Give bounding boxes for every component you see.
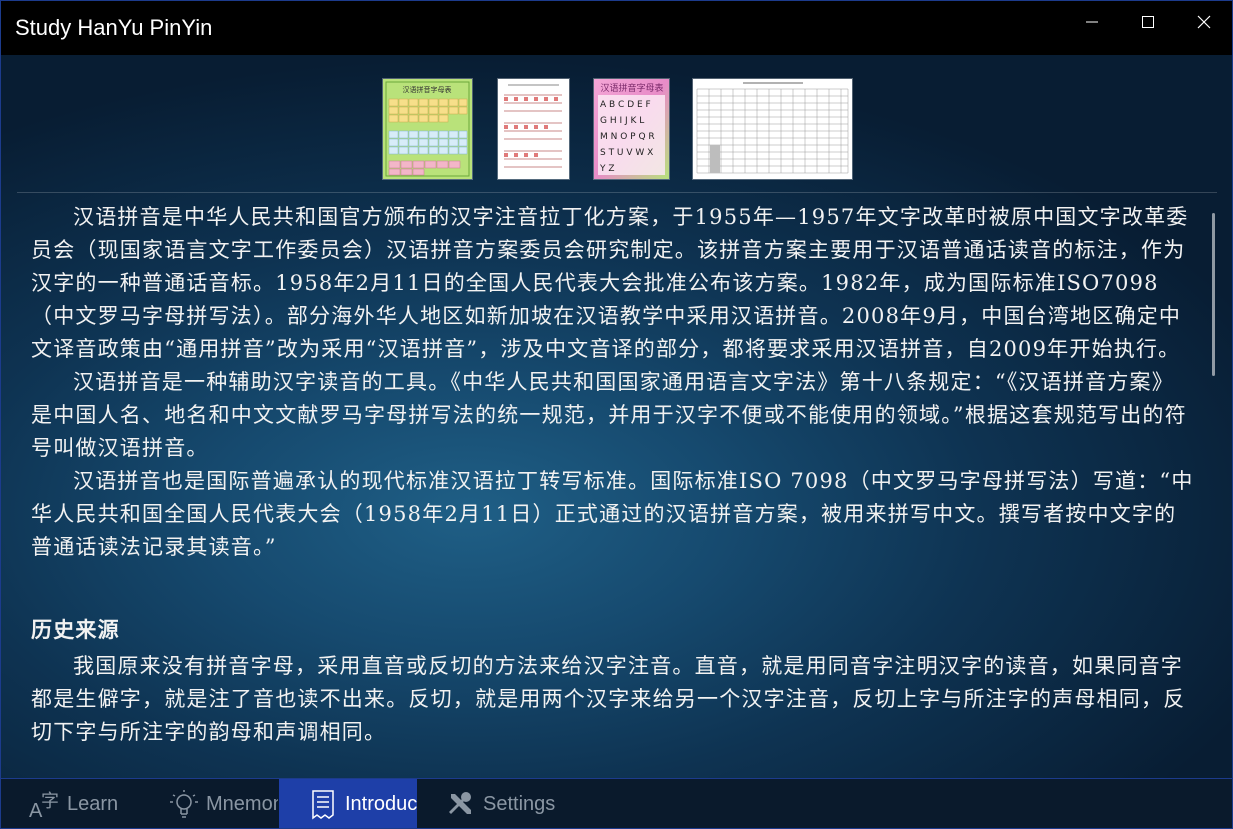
pinyin-chart-image: 汉语拼音字母表 [383,79,472,179]
svg-text:Y Z: Y Z [599,164,615,174]
close-button[interactable] [1176,1,1232,43]
pinyin-chart-thumbnail-1[interactable]: 汉语拼音字母表 [383,79,472,179]
nav-settings-label: Settings [483,792,555,815]
nav-introduction-label: Introduction [345,792,417,815]
introduction-text[interactable]: 汉语拼音是中华人民共和国官方颁布的汉字注音拉丁化方案，于1955年—1957年文… [31,201,1196,746]
svg-text:S T U V W X: S T U V W X [600,148,653,158]
close-icon [1197,15,1211,29]
nav-mnemonic[interactable]: Mnemonic [140,779,278,828]
syllable-table-thumbnail-4[interactable] [693,79,852,179]
title-bar[interactable]: Study HanYu PinYin [1,1,1232,55]
syllable-table-image [693,79,852,179]
minimize-icon [1086,21,1098,23]
nav-learn[interactable]: A 字 Learn [1,779,139,828]
app-window: Study HanYu PinYin 汉语拼音字母表 汉语拼音字母表 A B C… [0,0,1233,829]
nav-settings[interactable]: Settings [417,779,555,828]
nav-introduction[interactable]: Introduction [279,779,417,828]
image-gallery: 汉语拼音字母表 汉语拼音字母表 A B C D E F G H I J K L … [1,79,1232,181]
app-title: Study HanYu PinYin [15,15,213,40]
font-a-zi-icon: A 字 [27,788,63,820]
svg-text:G H I J K L: G H I J K L [600,116,644,126]
maximize-icon [1142,16,1154,28]
pinyin-table-image [498,79,569,179]
nav-mnemonic-label: Mnemonic [206,792,278,815]
svg-text:A B C D E F: A B C D E F [600,100,651,110]
gallery-divider [17,192,1217,193]
alphabet-chart-image: 汉语拼音字母表 A B C D E F G H I J K L M N O P … [594,79,669,179]
maximize-button[interactable] [1120,1,1176,43]
svg-text:汉语拼音字母表: 汉语拼音字母表 [403,85,452,94]
intro-paragraph-1: 汉语拼音是中华人民共和国官方颁布的汉字注音拉丁化方案，于1955年—1957年文… [31,205,1189,361]
pinyin-table-thumbnail-2[interactable] [498,79,569,179]
alphabet-chart-thumbnail-3[interactable]: 汉语拼音字母表 A B C D E F G H I J K L M N O P … [594,79,669,179]
tools-icon [443,788,479,820]
document-icon [305,788,341,820]
lightbulb-icon [166,788,202,820]
intro-paragraph-2: 汉语拼音是一种辅助汉字读音的工具。《中华人民共和国国家通用语言文字法》第十八条规… [31,370,1187,460]
nav-learn-label: Learn [67,792,119,815]
history-paragraph-1: 我国原来没有拼音字母，采用直音或反切的方法来给汉字注音。直音，就是用同音字注明汉… [31,654,1186,744]
intro-paragraph-3: 汉语拼音也是国际普遍承认的现代标准汉语拉丁转写标准。国际标准ISO 7098（中… [31,469,1194,559]
svg-text:M N O P Q R: M N O P Q R [600,132,655,142]
svg-text:字: 字 [41,791,59,812]
section-heading-history: 历史来源 [31,617,120,642]
svg-text:汉语拼音字母表: 汉语拼音字母表 [600,82,663,94]
content-scrollbar[interactable] [1212,213,1215,376]
minimize-button[interactable] [1064,1,1120,43]
bottom-navigation: A 字 Learn Mnemonic [1,778,1232,828]
